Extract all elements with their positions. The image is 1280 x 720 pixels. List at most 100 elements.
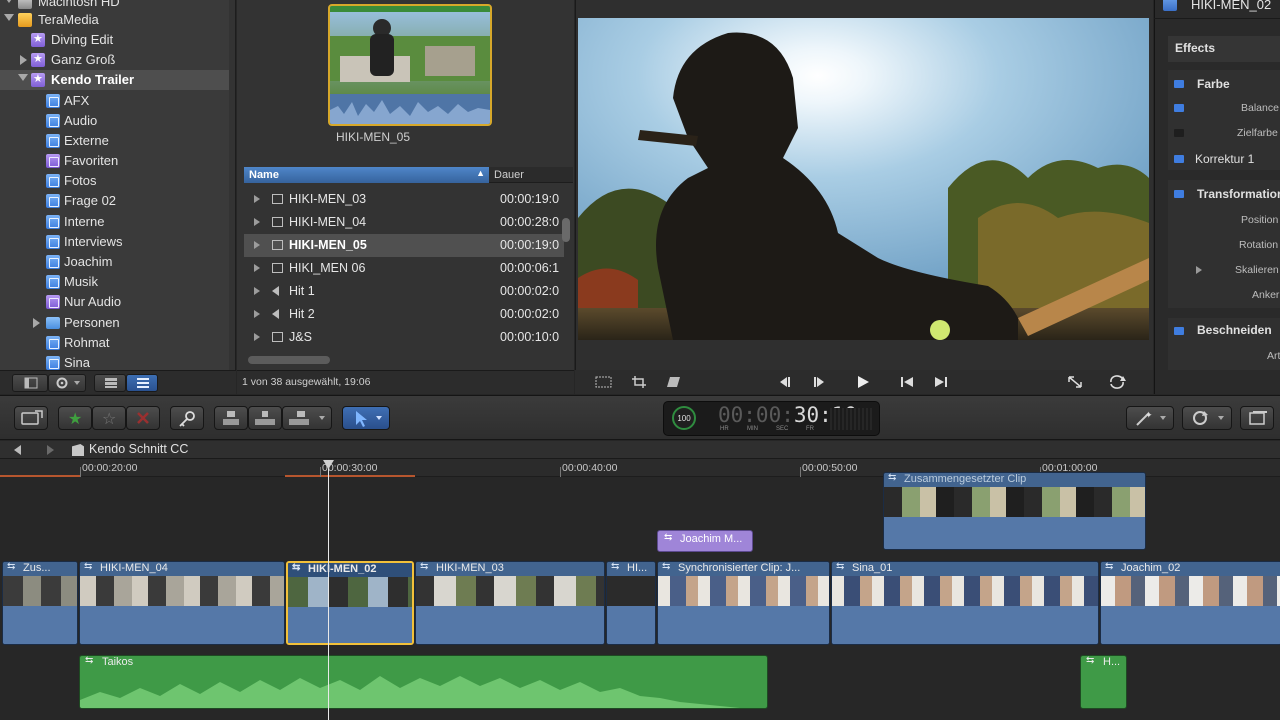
audio-clip-taikos[interactable]: Taikos (79, 655, 768, 709)
go-to-start-button[interactable] (893, 374, 921, 390)
library-item-frage-02[interactable]: Frage 02 (0, 191, 235, 211)
event-icon (31, 32, 45, 47)
unrate-button[interactable]: ☆ (92, 406, 126, 430)
zielfarbe-enable-checkbox[interactable] (1174, 129, 1184, 137)
event-icon (31, 72, 45, 87)
action-menu-button[interactable] (48, 374, 86, 392)
library-item-musik[interactable]: Musik (0, 272, 235, 292)
library-item-ganz-gross[interactable]: Ganz Groß (0, 50, 235, 70)
disclosure-triangle-icon[interactable] (254, 218, 260, 226)
keyword-collection-icon (46, 235, 60, 249)
storyline-clip-synchronisierter[interactable]: Synchronisierter Clip: J... (657, 561, 830, 645)
clip-row-hiki-men-03[interactable]: HIKI-MEN_03 00:00:19:0 (244, 188, 564, 211)
library-item-kendo-trailer[interactable]: Kendo Trailer (0, 70, 235, 90)
skalieren-disclosure-icon[interactable] (1196, 266, 1202, 274)
storyline-clip-zus[interactable]: Zus... (2, 561, 78, 645)
disclosure-triangle-icon[interactable] (4, 0, 14, 3)
keyword-editor-button[interactable] (170, 406, 204, 430)
filmstrip-view-button[interactable] (94, 374, 126, 392)
project-icon (72, 444, 84, 456)
sidebar-scrollbar[interactable] (229, 0, 235, 370)
disclosure-triangle-icon[interactable] (254, 264, 260, 272)
loop-playback-button[interactable] (1103, 374, 1131, 390)
audio-clip-h[interactable]: H... (1080, 655, 1127, 709)
import-media-button[interactable] (14, 406, 48, 430)
retime-menu-button[interactable] (1182, 406, 1232, 430)
clip-row-hit-2[interactable]: Hit 2 00:00:02:0 (244, 303, 564, 326)
append-clip-button[interactable] (282, 406, 332, 430)
korrektur-enable-checkbox[interactable] (1174, 155, 1184, 163)
next-frame-button[interactable] (805, 374, 833, 390)
library-item-externe[interactable]: Externe (0, 131, 235, 151)
library-item-audio[interactable]: Audio (0, 111, 235, 131)
disclosure-triangle-icon[interactable] (254, 310, 260, 318)
hide-library-button[interactable] (12, 374, 48, 392)
clip-row-hiki-men-04[interactable]: HIKI-MEN_04 00:00:28:0 (244, 211, 564, 234)
disclosure-triangle-icon[interactable] (254, 287, 260, 295)
disclosure-triangle-icon[interactable] (254, 195, 260, 203)
disclosure-triangle-icon[interactable] (254, 333, 260, 341)
playhead[interactable] (328, 462, 329, 720)
library-item-personen[interactable]: Personen (0, 313, 235, 333)
library-item-interne[interactable]: Interne (0, 212, 235, 232)
crop-tool-button[interactable] (631, 375, 649, 389)
media-browser-button[interactable] (1240, 406, 1274, 430)
disclosure-triangle-icon[interactable] (33, 318, 40, 328)
clip-row-hiki-men-06[interactable]: HIKI_MEN 06 00:00:06:1 (244, 257, 564, 280)
filmstrip-clip-thumbnail[interactable] (328, 4, 492, 126)
library-item-interviews[interactable]: Interviews (0, 232, 235, 252)
farbe-enable-checkbox[interactable] (1174, 80, 1184, 88)
filmstrip-clip-label: HIKI-MEN_05 (335, 130, 411, 144)
column-header-name[interactable]: Name ▲ (244, 167, 489, 183)
disclosure-triangle-icon[interactable] (4, 14, 14, 21)
library-item-afx[interactable]: AFX (0, 91, 235, 111)
play-button[interactable] (849, 374, 877, 390)
fullscreen-button[interactable] (1063, 374, 1087, 390)
disclosure-triangle-icon[interactable] (254, 241, 260, 249)
disclosure-triangle-icon[interactable] (20, 55, 27, 65)
library-item-rohmat[interactable]: Rohmat (0, 333, 235, 353)
storyline-clip-joachim-02[interactable]: Joachim_02 (1100, 561, 1280, 645)
viewer-display-options-button[interactable] (593, 375, 615, 389)
column-header-duration[interactable]: Dauer (494, 167, 564, 183)
storyline-clip-hi[interactable]: HI... (606, 561, 656, 645)
transformation-enable-checkbox[interactable] (1174, 190, 1184, 198)
list-view-button[interactable] (126, 374, 158, 392)
clip-row-hit-1[interactable]: Hit 1 00:00:02:0 (244, 280, 564, 303)
clip-row-hiki-men-05[interactable]: HIKI-MEN_05 00:00:19:0 (244, 234, 564, 257)
library-item-sina[interactable]: Sina (0, 353, 235, 370)
storyline-clip-hiki-men-03[interactable]: HIKI-MEN_03 (415, 561, 605, 645)
browser-horizontal-scrollbar[interactable] (248, 356, 330, 364)
select-tool-button[interactable] (342, 406, 390, 430)
connect-clip-button[interactable] (214, 406, 248, 430)
connected-compound-clip[interactable]: Zusammengesetzter Clip (883, 472, 1146, 550)
library-item-joachim[interactable]: Joachim (0, 252, 235, 272)
go-to-end-button[interactable] (927, 374, 955, 390)
browser-vertical-scrollbar[interactable] (562, 218, 570, 242)
previous-frame-button[interactable] (771, 374, 799, 390)
beschneiden-enable-checkbox[interactable] (1174, 327, 1184, 335)
storyline-clip-hiki-men-02[interactable]: HIKI-MEN_02 (286, 561, 414, 645)
viewer-video-frame[interactable] (578, 18, 1149, 340)
reject-button[interactable] (126, 406, 160, 430)
clip-row-j-and-s[interactable]: J&S 00:00:10:0 (244, 326, 564, 349)
library-item-nur-audio[interactable]: Nur Audio (0, 292, 235, 312)
distort-tool-button[interactable] (665, 375, 683, 389)
insert-clip-button[interactable] (248, 406, 282, 430)
library-item-fotos[interactable]: Fotos (0, 171, 235, 191)
keyword-collection-icon (46, 174, 60, 188)
timeline-history-forward-button[interactable] (42, 444, 58, 456)
effects-menu-button[interactable]: ✦ (1126, 406, 1174, 430)
storyline-clip-sina-01[interactable]: Sina_01 (831, 561, 1099, 645)
timeline-history-back-button[interactable] (10, 444, 26, 456)
background-tasks-indicator[interactable]: 100 (672, 406, 696, 430)
storyline-clip-hiki-men-04[interactable]: HIKI-MEN_04 (79, 561, 285, 645)
library-item-favoriten[interactable]: Favoriten (0, 151, 235, 171)
favorite-button[interactable]: ★ (58, 406, 92, 430)
library-item-diving-edit[interactable]: Diving Edit (0, 30, 235, 50)
title-clip-joachim[interactable]: Joachim M... (657, 530, 753, 552)
balance-enable-checkbox[interactable] (1174, 104, 1184, 112)
disclosure-triangle-icon[interactable] (18, 74, 28, 81)
main-toolbar: ★ ☆ ✦ (0, 395, 1280, 440)
library-item-teramedia[interactable]: TeraMedia (0, 10, 235, 30)
